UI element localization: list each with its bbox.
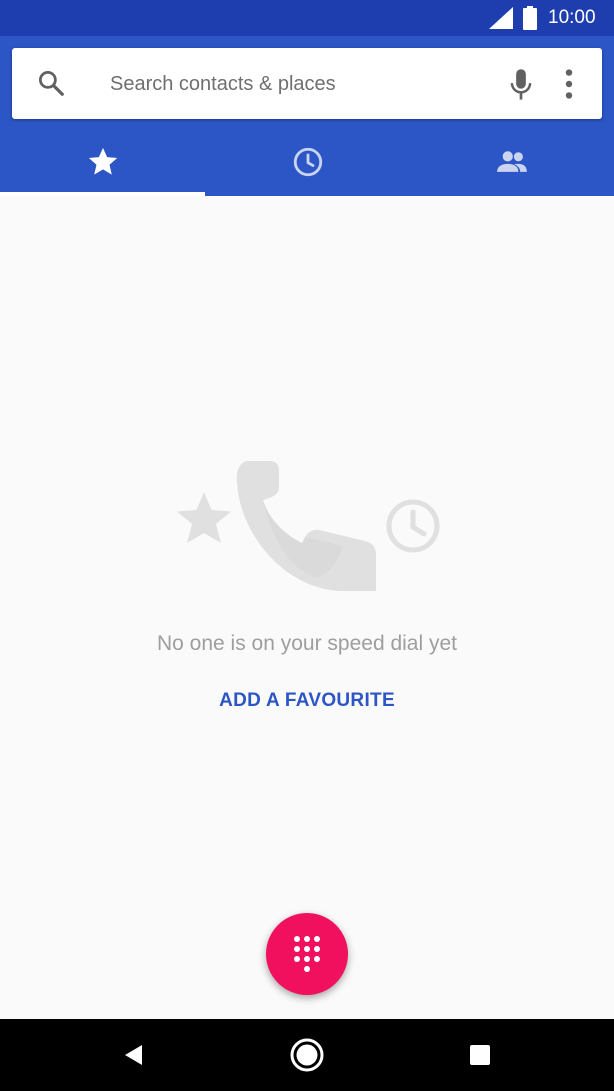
dialpad-button[interactable] (266, 913, 348, 995)
nav-back-button[interactable] (84, 1019, 184, 1091)
people-icon (497, 151, 527, 172)
search-icon[interactable] (36, 68, 66, 98)
more-vert-icon[interactable] (562, 68, 576, 100)
search-input[interactable] (110, 64, 490, 104)
speed-dial-empty-illustration (177, 461, 440, 591)
microphone-icon[interactable] (508, 68, 534, 102)
nav-recents-button[interactable] (430, 1019, 530, 1091)
back-icon (125, 1045, 142, 1065)
star-icon (177, 492, 231, 543)
empty-state-message: No one is on your speed dial yet (156, 632, 458, 655)
status-bar: 10:00 (0, 0, 614, 36)
phone-app-screen: 10:00 Search contacts & places No one is… (0, 0, 614, 1091)
tab-contacts[interactable] (410, 128, 614, 196)
navigation-bar (0, 1019, 614, 1091)
tab-recents[interactable] (205, 128, 410, 196)
home-icon (290, 1038, 324, 1072)
status-time: 10:00 (548, 7, 596, 28)
nav-home-button[interactable] (257, 1019, 357, 1091)
app-bar (0, 36, 614, 196)
star-icon (88, 147, 117, 175)
search-bar[interactable] (12, 48, 602, 119)
selected-tab-indicator (0, 192, 205, 196)
recents-icon (470, 1045, 490, 1065)
clock-icon (293, 147, 322, 177)
add-favourite-button[interactable]: ADD A FAVOURITE (200, 680, 414, 722)
tab-speed-dial[interactable] (0, 128, 205, 196)
cell-signal-icon (489, 7, 513, 29)
battery-icon (523, 6, 537, 30)
dialpad-icon (294, 936, 320, 972)
